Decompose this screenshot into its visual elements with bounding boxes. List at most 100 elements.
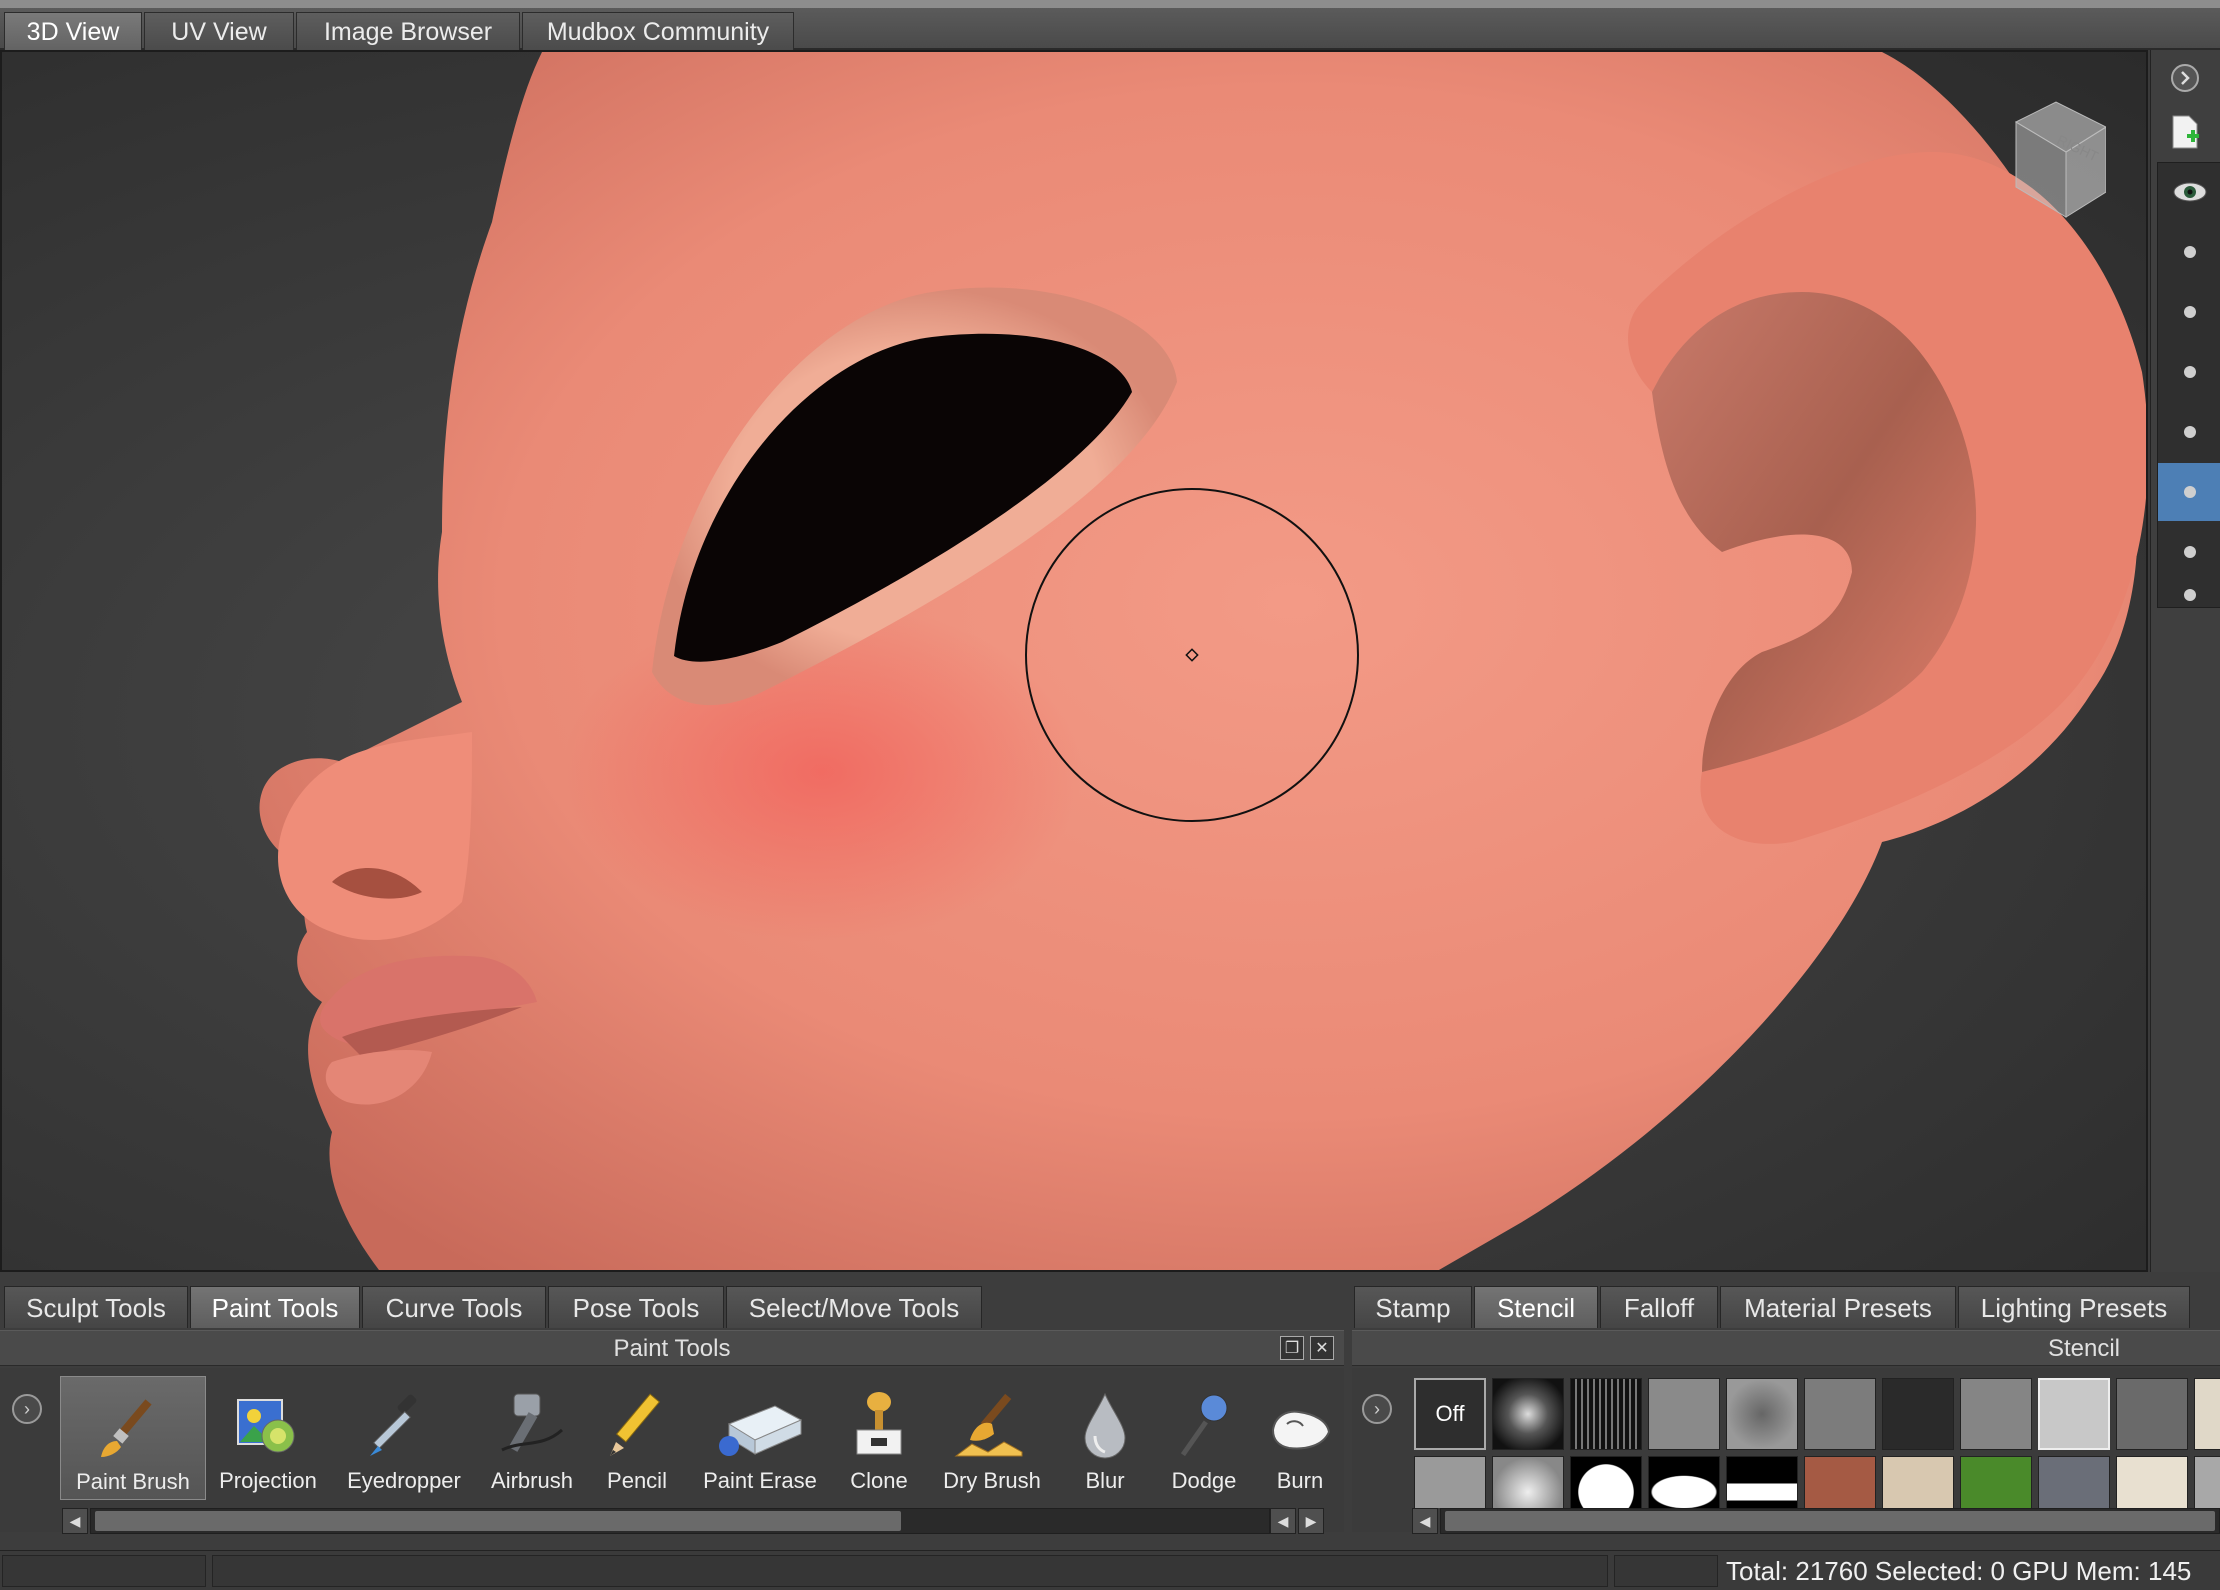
stencil-thumbnail[interactable] [1960, 1378, 2032, 1450]
stencil-thumbnail[interactable] [1492, 1456, 1564, 1508]
stencil-off-label: Off [1435, 1401, 1465, 1426]
layer-item[interactable] [2158, 523, 2220, 581]
tools-scroll-right-button[interactable]: ▶ [1298, 1508, 1324, 1534]
stencil-thumbnail[interactable] [2038, 1378, 2110, 1450]
burn-icon [1271, 1410, 1331, 1450]
3d-viewport[interactable]: RIGHT [0, 50, 2148, 1272]
tool-projection[interactable]: Projection [212, 1376, 324, 1500]
layer-item[interactable] [2158, 403, 2220, 461]
tray-scroll-left-button[interactable]: ◀ [1412, 1508, 1438, 1534]
stencil-thumbnail[interactable] [1726, 1456, 1798, 1508]
layer-item[interactable] [2158, 583, 2220, 607]
chevron-right-icon: › [24, 1398, 30, 1419]
layer-item[interactable] [2158, 283, 2220, 341]
stencil-thumbnails: Off [1410, 1376, 2220, 1508]
tool-label: Clone [850, 1468, 908, 1493]
layer-dot-icon [2184, 546, 2196, 558]
tool-label: Pencil [607, 1468, 667, 1493]
stencil-thumbnail[interactable] [2038, 1456, 2110, 1508]
status-segment [2, 1555, 206, 1587]
tool-blur[interactable]: Blur [1064, 1376, 1146, 1500]
tool-label: Eyedropper [347, 1468, 461, 1493]
dodge-icon [1180, 1394, 1228, 1457]
tool-airbrush[interactable]: Airbrush [480, 1376, 584, 1500]
float-window-icon: ❐ [1284, 1340, 1300, 1357]
tool-pencil[interactable]: Pencil [590, 1376, 684, 1500]
tray-scrollbar-thumb[interactable] [1445, 1511, 2215, 1531]
view-cube[interactable]: RIGHT [1996, 82, 2106, 222]
layer-dot-icon [2184, 486, 2196, 498]
arrow-left-icon: ◀ [69, 1512, 81, 1529]
tool-paint-erase[interactable]: Paint Erase [692, 1376, 828, 1500]
tab-stamp[interactable]: Stamp [1354, 1286, 1472, 1328]
tab-curve-tools[interactable]: Curve Tools [362, 1286, 546, 1328]
stencil-thumbnail[interactable] [2194, 1456, 2220, 1508]
tool-label: Paint Brush [76, 1469, 190, 1494]
layer-dot-icon [2184, 246, 2196, 258]
tool-label: Projection [219, 1468, 317, 1493]
tool-dodge[interactable]: Dodge [1160, 1376, 1248, 1500]
close-panel-button[interactable]: ✕ [1310, 1336, 1334, 1360]
tray-expand-button[interactable]: › [1362, 1394, 1392, 1424]
paint-brush-icon [101, 1399, 152, 1457]
layer-strip [2150, 50, 2220, 1272]
tool-label: Burn [1276, 1468, 1324, 1493]
tool-clone[interactable]: Clone [836, 1376, 922, 1500]
stencil-thumbnail[interactable] [1726, 1378, 1798, 1450]
tab-mudbox-community[interactable]: Mudbox Community [522, 12, 794, 50]
stencil-thumbnail[interactable] [1570, 1378, 1642, 1450]
tab-falloff[interactable]: Falloff [1600, 1286, 1718, 1328]
airbrush-icon [501, 1393, 564, 1452]
tools-scroll-left-end-button[interactable]: ◀ [1270, 1508, 1296, 1534]
tab-sculpt-tools[interactable]: Sculpt Tools [4, 1286, 188, 1328]
stencil-thumbnail[interactable] [2194, 1378, 2220, 1450]
stencil-thumbnail[interactable] [1414, 1456, 1486, 1508]
tray-scrollbar[interactable] [1440, 1508, 2220, 1534]
expand-panel-button[interactable] [2163, 56, 2207, 100]
stencil-thumbnail[interactable] [1804, 1456, 1876, 1508]
close-icon: ✕ [1315, 1340, 1329, 1357]
new-layer-button[interactable] [2163, 110, 2207, 154]
chevron-right-icon: › [1374, 1398, 1380, 1419]
stencil-thumbnail[interactable] [2116, 1378, 2188, 1450]
stencil-thumbnail[interactable] [1648, 1378, 1720, 1450]
tab-select-move-tools[interactable]: Select/Move Tools [726, 1286, 982, 1328]
stencil-thumbnail[interactable] [1648, 1456, 1720, 1508]
tab-paint-tools[interactable]: Paint Tools [190, 1286, 360, 1328]
stencil-thumbnail[interactable] [1882, 1456, 1954, 1508]
tools-scroll-left-button[interactable]: ◀ [62, 1508, 88, 1534]
layer-item[interactable] [2158, 343, 2220, 401]
paint-erase-icon [719, 1405, 803, 1456]
new-layer-icon [2172, 115, 2199, 149]
tab-image-browser[interactable]: Image Browser [296, 12, 520, 50]
status-segment [1614, 1555, 1718, 1587]
stencil-thumbnail[interactable] [1492, 1378, 1564, 1450]
float-panel-button[interactable]: ❐ [1280, 1336, 1304, 1360]
dry-brush-icon [954, 1393, 1023, 1457]
tool-burn[interactable]: Burn [1256, 1376, 1344, 1500]
stencil-off-button[interactable]: Off [1414, 1378, 1486, 1450]
layer-item[interactable] [2158, 223, 2220, 281]
arrow-left-icon: ◀ [1277, 1512, 1289, 1529]
tab-lighting-presets[interactable]: Lighting Presets [1958, 1286, 2190, 1328]
tab-3d-view[interactable]: 3D View [4, 12, 142, 50]
tool-dry-brush[interactable]: Dry Brush [930, 1376, 1054, 1500]
stencil-thumbnail[interactable] [1570, 1456, 1642, 1508]
tab-stencil[interactable]: Stencil [1474, 1286, 1598, 1328]
stencil-thumbnail[interactable] [2116, 1456, 2188, 1508]
tool-eyedropper[interactable]: Eyedropper [336, 1376, 472, 1500]
tools-expand-button[interactable]: › [12, 1394, 42, 1424]
tool-paint-brush[interactable]: Paint Brush [60, 1376, 206, 1500]
layer-dot-icon [2184, 366, 2196, 378]
stencil-thumbnail[interactable] [1960, 1456, 2032, 1508]
tab-pose-tools[interactable]: Pose Tools [548, 1286, 724, 1328]
tab-material-presets[interactable]: Material Presets [1720, 1286, 1956, 1328]
stencil-thumbnail[interactable] [1882, 1378, 1954, 1450]
tools-scrollbar[interactable] [90, 1508, 1270, 1534]
stencil-thumbnail[interactable] [1804, 1378, 1876, 1450]
layer-item-active[interactable] [2158, 463, 2220, 521]
tools-scrollbar-thumb[interactable] [95, 1511, 901, 1531]
layer-visibility-toggle[interactable] [2158, 163, 2220, 221]
layer-dot-icon [2184, 426, 2196, 438]
tab-uv-view[interactable]: UV View [144, 12, 294, 50]
